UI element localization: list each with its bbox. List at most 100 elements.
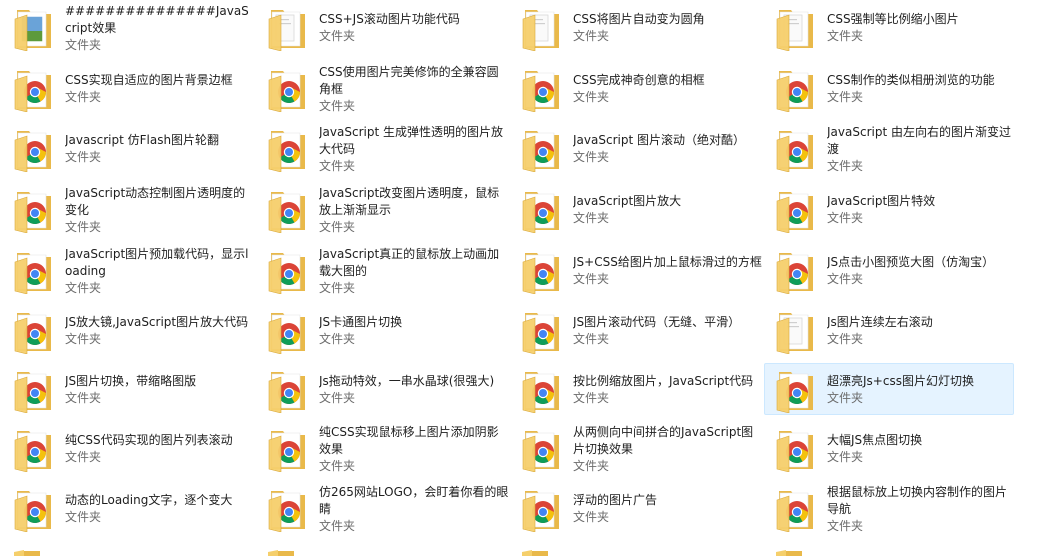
folder-label: JavaScript改变图片透明度，鼠标放上渐渐显示 文件夹 xyxy=(319,184,509,236)
folder-label: Javascript 仿Flash图片轮翻 文件夹 xyxy=(65,123,255,175)
folder-item[interactable]: CSS完成神奇创意的相框 文件夹 xyxy=(510,62,760,114)
folder-name: JavaScript图片特效 xyxy=(827,194,936,208)
folder-label: CSS实现自适应的图片背景边框 文件夹 xyxy=(65,63,255,115)
folder-chrome-icon xyxy=(521,486,563,533)
folder-label: JS图片切换，带缩略图版 文件夹 xyxy=(65,364,255,416)
folder-name: 从两侧向中间拼合的JavaScript图片切换效果 xyxy=(573,424,754,456)
folder-item[interactable]: JavaScript图片特效 文件夹 xyxy=(764,183,1014,235)
folder-name: JavaScript改变图片透明度，鼠标放上渐渐显示 xyxy=(319,185,500,217)
folder-name: JS图片切换，带缩略图版 xyxy=(65,374,197,388)
folder-name: JavaScript图片放大 xyxy=(573,194,682,208)
folder-chrome-icon xyxy=(521,367,563,414)
folder-item[interactable]: JavaScript图片放大 文件夹 xyxy=(510,183,760,235)
folder-type: 文件夹 xyxy=(827,90,864,104)
folder-label: ###############JavaScript效果 文件夹 xyxy=(65,2,255,54)
folder-chrome-icon xyxy=(775,187,817,234)
folder-label: 大幅JS焦点图切换 文件夹 xyxy=(827,423,1017,475)
folder-name: JS卡通图片切换 xyxy=(319,315,403,329)
folder-label: CSS使用图片完美修饰的全兼容圆角框文件夹 xyxy=(319,63,509,115)
folder-name: JavaScript图片预加载代码，显示loading xyxy=(65,246,249,278)
folder-item[interactable]: 仿265网站LOGO，会盯着你看的眼睛 文件夹 xyxy=(256,482,509,535)
folder-item[interactable]: 纯CSS实现鼠标移上图片添加阴影效果 文件夹 xyxy=(256,422,506,474)
folder-item[interactable]: CSS制作的类似相册浏览的功能 文件夹 xyxy=(764,62,1014,114)
folder-name: CSS+JS滚动图片功能代码 xyxy=(319,12,460,26)
folder-item[interactable]: Js图片连续左右滚动 文件夹 xyxy=(764,304,1014,356)
folder-item[interactable]: CSS使用图片完美修饰的全兼容圆角框文件夹 xyxy=(256,62,506,114)
folder-type: 文件夹 xyxy=(319,332,356,346)
folder-item[interactable]: JS放大镜,JavaScript图片放大代码 文件夹 xyxy=(2,304,252,356)
folder-type: 文件夹 xyxy=(65,450,102,464)
folder-chrome-icon xyxy=(13,126,55,173)
folder-item[interactable]: JavaScript图片预加载代码，显示loading 文件夹 xyxy=(2,244,252,296)
folder-label: CSS将图片自动变为圆角 文件夹 xyxy=(573,2,763,54)
folder-item[interactable]: JavaScript动态控制图片透明度的变化文件夹 xyxy=(2,183,252,235)
folder-chrome-icon xyxy=(267,426,309,473)
folder-type: 文件夹 xyxy=(65,510,102,524)
folder-item[interactable]: 大幅JS焦点图切换 文件夹 xyxy=(764,422,1014,474)
folder-label: JS图片滚动代码（无缝、平滑） 文件夹 xyxy=(573,305,763,357)
folder-type: 文件夹 xyxy=(319,29,356,43)
folder-name: JavaScript动态控制图片透明度的变化 xyxy=(65,185,246,217)
folder-name: 根据鼠标放上切换内容制作的图片导航 xyxy=(827,484,1008,516)
folder-icon-partial[interactable] xyxy=(266,541,296,556)
folder-item[interactable]: 纯CSS代码实现的图片列表滚动 文件夹 xyxy=(2,422,252,474)
folder-item[interactable]: 浮动的图片广告 文件夹 xyxy=(510,482,760,534)
folder-chrome-icon xyxy=(775,66,817,113)
folder-item[interactable]: JS+CSS给图片加上鼠标滑过的方框 文件夹 xyxy=(510,244,762,296)
folder-item[interactable]: CSS+JS滚动图片功能代码 文件夹 xyxy=(256,1,506,53)
folder-item[interactable]: JavaScript 由左向右的图片渐变过渡文件夹 xyxy=(764,122,1014,174)
folder-chrome-icon xyxy=(521,308,563,355)
folder-type: 文件夹 xyxy=(319,518,356,533)
folder-item[interactable]: JavaScript改变图片透明度，鼠标放上渐渐显示 文件夹 xyxy=(256,183,506,235)
folder-item[interactable]: 动态的Loading文字，逐个变大 文件夹 xyxy=(2,482,252,534)
folder-type: 文件夹 xyxy=(319,158,356,173)
folder-item[interactable]: CSS实现自适应的图片背景边框 文件夹 xyxy=(2,62,252,114)
folder-type: 文件夹 xyxy=(827,391,864,405)
folder-name: JavaScript真正的鼠标放上动画加载大图的 xyxy=(319,246,500,278)
folder-label: JavaScript 生成弹性透明的图片放大代码 文件夹 xyxy=(319,123,509,175)
folder-chrome-icon xyxy=(775,126,817,173)
folder-label: JavaScript图片预加载代码，显示loading 文件夹 xyxy=(65,245,255,297)
folder-name: JS放大镜,JavaScript图片放大代码 xyxy=(65,315,249,329)
folder-item[interactable]: Js拖动特效，一串水晶球(很强大) 文件夹 xyxy=(256,363,506,415)
folder-name: JavaScript 由左向右的图片渐变过渡 xyxy=(827,124,1011,156)
folder-chrome-icon xyxy=(13,308,55,355)
folder-chrome-icon xyxy=(521,426,563,473)
folder-label: CSS制作的类似相册浏览的功能 文件夹 xyxy=(827,63,1017,115)
folder-name: JavaScript 图片滚动（绝对酷） xyxy=(573,133,745,147)
folder-type: 文件夹 xyxy=(65,219,102,234)
folder-icon-partial[interactable] xyxy=(774,541,804,556)
folder-item[interactable]: 根据鼠标放上切换内容制作的图片导航 文件夹 xyxy=(764,482,1014,534)
folder-type: 文件夹 xyxy=(319,98,356,113)
folder-icon-partial[interactable] xyxy=(520,541,550,556)
folder-item[interactable]: JavaScript 生成弹性透明的图片放大代码 文件夹 xyxy=(256,122,506,174)
folder-item[interactable]: JavaScript 图片滚动（绝对酷） 文件夹 xyxy=(510,122,760,174)
folder-item[interactable]: 按比例缩放图片，JavaScript代码 文件夹 xyxy=(510,363,760,415)
folder-item[interactable]: Javascript 仿Flash图片轮翻 文件夹 xyxy=(2,122,252,174)
folder-name: Javascript 仿Flash图片轮翻 xyxy=(65,133,220,147)
folder-item[interactable]: CSS强制等比例缩小图片 文件夹 xyxy=(764,1,1014,53)
folder-name: JS图片滚动代码（无缝、平滑） xyxy=(573,315,741,329)
folder-item[interactable]: 从两侧向中间拼合的JavaScript图片切换效果 文件夹 xyxy=(510,422,760,474)
folder-item[interactable]: 超漂亮Js+css图片幻灯切换 文件夹 xyxy=(764,363,1014,415)
folder-item[interactable]: JS卡通图片切换 文件夹 xyxy=(256,304,506,356)
folder-chrome-icon xyxy=(13,426,55,473)
folder-item[interactable]: ###############JavaScript效果 文件夹 xyxy=(2,1,252,53)
folder-item[interactable]: CSS将图片自动变为圆角 文件夹 xyxy=(510,1,760,53)
folder-label: 仿265网站LOGO，会盯着你看的眼睛 文件夹 xyxy=(319,483,509,535)
folder-name: 浮动的图片广告 xyxy=(573,493,658,507)
folder-label: JavaScript真正的鼠标放上动画加载大图的 文件夹 xyxy=(319,245,509,297)
folder-name: Js拖动特效，一串水晶球(很强大) xyxy=(319,374,495,388)
folder-item[interactable]: JS图片切换，带缩略图版 文件夹 xyxy=(2,363,252,415)
folder-type: 文件夹 xyxy=(827,158,864,173)
folder-name: CSS使用图片完美修饰的全兼容圆角框 xyxy=(319,64,499,96)
folder-icon-partial[interactable] xyxy=(12,541,42,556)
folder-type: 文件夹 xyxy=(65,150,102,164)
folder-item[interactable]: JS图片滚动代码（无缝、平滑） 文件夹 xyxy=(510,304,760,356)
folder-item[interactable]: JS点击小图预览大图（仿淘宝） 文件夹 xyxy=(764,244,1014,296)
folder-item[interactable]: JavaScript真正的鼠标放上动画加载大图的 文件夹 xyxy=(256,244,506,296)
folder-type: 文件夹 xyxy=(827,272,864,286)
folder-type: 文件夹 xyxy=(827,29,864,43)
folder-chrome-icon xyxy=(13,248,55,295)
folder-icon xyxy=(13,5,55,52)
